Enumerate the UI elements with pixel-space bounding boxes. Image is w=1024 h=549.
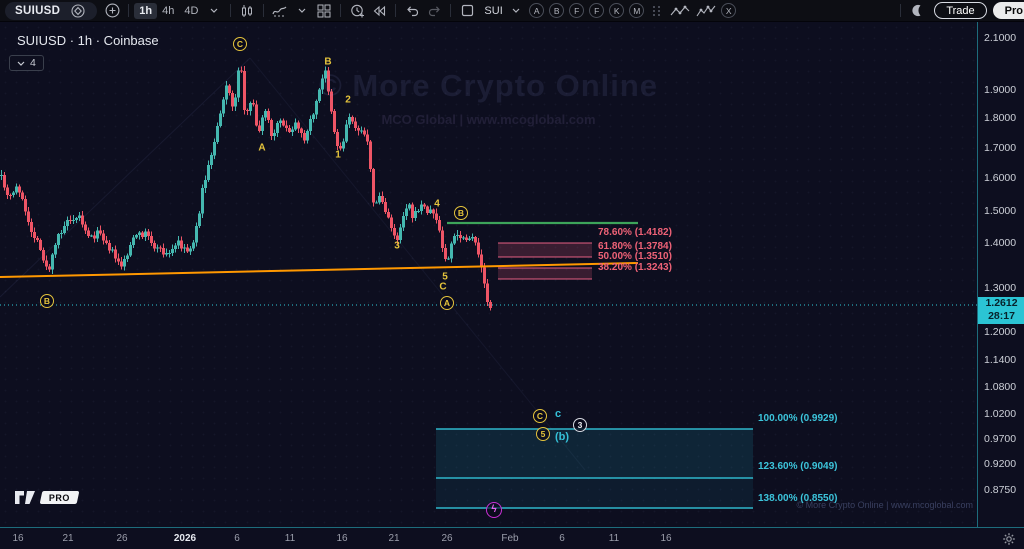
price-axis-label: 2.1000 xyxy=(984,32,1016,44)
tradingview-window: SUIUSD 1h 4h 4D xyxy=(0,0,1024,549)
toolbar-letter-button-a[interactable]: A xyxy=(529,3,544,18)
toolbar-letter-button-f[interactable]: F xyxy=(569,3,584,18)
symbol-search-button[interactable]: SUIUSD xyxy=(5,2,97,20)
fib-retracement-zone xyxy=(498,243,592,257)
price-axis-label: 0.8750 xyxy=(984,484,1016,496)
toolbar-separator xyxy=(230,4,231,17)
pro-plan-badge: PRO xyxy=(40,491,80,504)
pro-button[interactable]: Pro xyxy=(993,2,1024,19)
diamond-badge-icon xyxy=(69,2,87,20)
timeframe-1h[interactable]: 1h xyxy=(134,3,157,19)
undo-icon[interactable] xyxy=(403,2,421,20)
elliott-wave-abc-icon[interactable] xyxy=(669,2,691,20)
price-axis-label: 1.7000 xyxy=(984,142,1016,154)
settings-gear-icon[interactable] xyxy=(1002,532,1016,549)
compare-symbol-label[interactable]: SUI xyxy=(484,5,502,17)
chevron-down-icon xyxy=(17,61,25,66)
timeframe-4h[interactable]: 4h xyxy=(157,3,179,19)
chart-area[interactable]: © More Crypto Online MCO Global | www.mc… xyxy=(0,22,977,527)
price-axis-label: 1.1400 xyxy=(984,354,1016,366)
timeframe-menu-chevron[interactable] xyxy=(205,2,223,20)
time-axis[interactable]: 16 21 26 2026 6 11 16 21 26 Feb 6 11 16 xyxy=(0,527,1024,549)
diagonal-guide-line xyxy=(250,58,585,470)
time-axis-label: 11 xyxy=(268,533,312,544)
price-plot xyxy=(0,22,977,527)
drag-handle-icon[interactable] xyxy=(653,6,661,16)
price-axis-label: 1.6000 xyxy=(984,172,1016,184)
indicator-group-toggle[interactable]: 4 xyxy=(9,55,44,71)
candlestick-series xyxy=(0,66,492,310)
time-axis-label: 16 xyxy=(0,533,40,544)
theme-moon-icon[interactable] xyxy=(908,2,926,20)
bar-replay-icon[interactable] xyxy=(370,2,388,20)
last-price-value: 1.2612 xyxy=(978,297,1024,310)
indicators-icon[interactable] xyxy=(271,2,289,20)
toolbar-letter-button-k[interactable]: K xyxy=(609,3,624,18)
redo-icon[interactable] xyxy=(425,2,443,20)
price-axis-label: 1.2000 xyxy=(984,326,1016,338)
symbol-label: SUIUSD xyxy=(15,5,60,17)
time-axis-label: 26 xyxy=(100,533,144,544)
fullscreen-icon[interactable] xyxy=(458,2,476,20)
time-axis-label: 21 xyxy=(372,533,416,544)
time-axis-label: 21 xyxy=(46,533,90,544)
time-axis-label: 16 xyxy=(320,533,364,544)
tradingview-logo[interactable]: PRO xyxy=(14,490,78,505)
time-axis-label: Feb xyxy=(488,533,532,544)
toolbar-separator xyxy=(128,4,129,17)
tradingview-mark-icon xyxy=(14,490,36,505)
trade-button[interactable]: Trade xyxy=(934,2,986,19)
time-axis-label: 16 xyxy=(644,533,688,544)
time-axis-label: 2026 xyxy=(163,533,207,544)
price-axis[interactable]: 1.2612 28:17 2.1000 1.9000 1.8000 1.7000 1.6… xyxy=(977,22,1024,527)
indicators-menu-chevron[interactable] xyxy=(293,2,311,20)
toolbar-separator xyxy=(340,4,341,17)
alert-clock-icon[interactable] xyxy=(348,2,366,20)
price-axis-label: 1.8000 xyxy=(984,112,1016,124)
price-axis-label: 1.5000 xyxy=(984,205,1016,217)
chart-legend[interactable]: SUIUSD · 1h · Coinbase xyxy=(17,33,159,48)
chart-type-candles-icon[interactable] xyxy=(238,2,256,20)
time-axis-label: 6 xyxy=(540,533,584,544)
toolbar-separator xyxy=(395,4,396,17)
price-axis-label: 1.9000 xyxy=(984,84,1016,96)
price-axis-label: 1.0800 xyxy=(984,381,1016,393)
toolbar-separator xyxy=(263,4,264,17)
price-axis-label: 0.9200 xyxy=(984,458,1016,470)
close-tool-button[interactable]: X xyxy=(721,3,736,18)
toolbar-letter-button-f[interactable]: F xyxy=(589,3,604,18)
fib-extension-zone xyxy=(436,478,753,508)
time-axis-label: 6 xyxy=(215,533,259,544)
elliott-wave-12345-icon[interactable] xyxy=(695,2,717,20)
add-symbol-button[interactable] xyxy=(103,2,121,20)
time-axis-label: 11 xyxy=(592,533,636,544)
bar-countdown: 28:17 xyxy=(978,310,1024,323)
layout-grid-icon[interactable] xyxy=(315,2,333,20)
toolbar-letter-button-m[interactable]: M xyxy=(629,3,644,18)
price-axis-label: 1.0200 xyxy=(984,408,1016,420)
timeframe-4d[interactable]: 4D xyxy=(179,3,203,19)
time-axis-label: 26 xyxy=(425,533,469,544)
price-axis-label: 1.3000 xyxy=(984,282,1016,294)
price-axis-label: 1.4000 xyxy=(984,237,1016,249)
toolbar-separator xyxy=(900,4,901,17)
compare-menu-chevron[interactable] xyxy=(507,2,525,20)
price-axis-label: 0.9700 xyxy=(984,433,1016,445)
indicator-count: 4 xyxy=(30,57,36,69)
toolbar-separator xyxy=(450,4,451,17)
toolbar-letter-button-b[interactable]: B xyxy=(549,3,564,18)
top-toolbar: SUIUSD 1h 4h 4D xyxy=(0,0,1024,22)
fib-retracement-zone xyxy=(498,268,592,279)
corner-watermark: © More Crypto Online | www.mcoglobal.com xyxy=(796,500,973,510)
last-price-badge: 1.2612 28:17 xyxy=(978,297,1024,324)
fib-extension-zone xyxy=(436,429,753,478)
wave-tool-letter-buttons: ABFFKM xyxy=(527,3,647,18)
